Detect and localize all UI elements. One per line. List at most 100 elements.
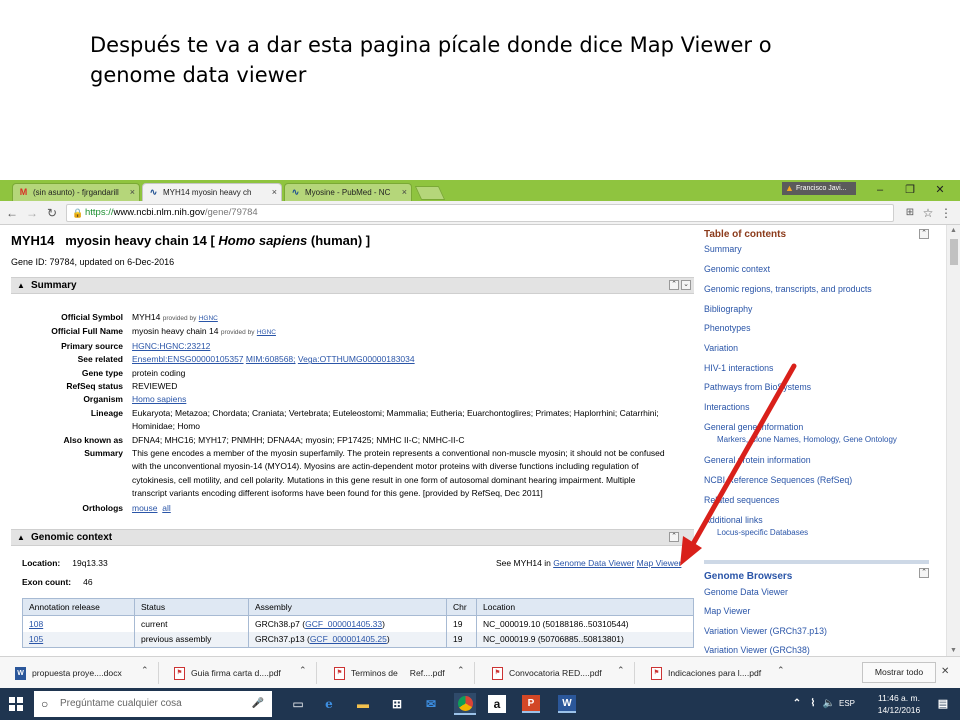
scroll-up-icon[interactable]: ▲ bbox=[950, 227, 957, 234]
chevron-up-icon[interactable]: ⌃ bbox=[299, 665, 307, 676]
genomic-context-section-header[interactable]: ▲ Genomic context ⌃ bbox=[11, 529, 694, 546]
toc-item-variation[interactable]: Variation bbox=[704, 343, 738, 353]
browser-variation-viewer-grch37[interactable]: Variation Viewer (GRCh37.p13) bbox=[704, 626, 827, 636]
show-all-button[interactable]: Mostrar todo bbox=[862, 662, 936, 683]
download-item[interactable]: W propuesta proye....docx bbox=[12, 664, 122, 682]
new-tab-button[interactable] bbox=[414, 186, 446, 200]
hgnc-link[interactable]: HGNC bbox=[257, 329, 276, 336]
cortana-search-input[interactable]: ○ Pregúntame cualquier cosa 🎤 bbox=[34, 691, 272, 717]
collapse-icon[interactable]: ▲ bbox=[17, 530, 25, 545]
column-header[interactable]: Annotation release bbox=[22, 598, 135, 616]
back-icon[interactable]: ← bbox=[4, 205, 20, 221]
toc-item-bibliography[interactable]: Bibliography bbox=[704, 304, 752, 314]
download-item[interactable]: ⚑ Guia firma carta d....pdf bbox=[171, 664, 281, 682]
notifications-icon[interactable]: ▤ bbox=[932, 693, 954, 715]
store-icon[interactable]: ⊞ bbox=[386, 693, 408, 715]
chevron-up-icon[interactable]: ⌃ bbox=[141, 665, 149, 676]
orthologs-mouse-link[interactable]: mouse bbox=[132, 503, 158, 513]
close-icon[interactable]: ✕ bbox=[941, 666, 949, 677]
restore-icon[interactable]: ❐ bbox=[896, 182, 924, 198]
microphone-icon[interactable]: 🎤 bbox=[252, 691, 264, 717]
browser-map-viewer[interactable]: Map Viewer bbox=[704, 606, 750, 616]
collapse-down-icon[interactable]: ⌄ bbox=[681, 280, 691, 290]
browser-genome-data-viewer[interactable]: Genome Data Viewer bbox=[704, 587, 788, 597]
minimize-icon[interactable]: – bbox=[866, 182, 894, 198]
primary-source-link[interactable]: HGNC:HGNC:23212 bbox=[132, 341, 210, 351]
collapse-up-icon[interactable]: ⌃ bbox=[919, 568, 929, 578]
toc-item-refseq[interactable]: NCBI Reference Sequences (RefSeq) bbox=[704, 475, 852, 485]
edge-icon[interactable]: e bbox=[318, 693, 340, 715]
column-header[interactable]: Location bbox=[476, 598, 694, 616]
mail-icon[interactable]: ✉ bbox=[420, 693, 442, 715]
toc-item-genomic-context[interactable]: Genomic context bbox=[704, 264, 770, 274]
powerpoint-icon[interactable]: P bbox=[522, 695, 540, 713]
tab-myh14[interactable]: ∿ MYH14 myosin heavy ch × bbox=[142, 183, 282, 201]
tab-pubmed[interactable]: ∿ Myosine - PubMed - NC × bbox=[284, 183, 412, 201]
translate-icon[interactable]: ⊞ bbox=[902, 205, 918, 221]
toc-item-related-sequences[interactable]: Related sequences bbox=[704, 495, 779, 505]
amazon-icon[interactable]: a bbox=[488, 695, 506, 713]
vega-link[interactable]: Vega:OTTHUMG00000183034 bbox=[298, 354, 415, 364]
toc-item-general-protein-info[interactable]: General protein information bbox=[704, 455, 811, 465]
assembly-link[interactable]: GCF_000001405.25 bbox=[310, 634, 387, 644]
address-bar[interactable]: 🔒 https://www.ncbi.nlm.nih.gov/gene/7978… bbox=[66, 204, 894, 222]
chevron-up-icon[interactable]: ⌃ bbox=[617, 665, 625, 676]
close-icon[interactable]: × bbox=[402, 184, 407, 201]
language-indicator[interactable]: ESP bbox=[836, 693, 858, 715]
collapse-icon[interactable]: ▲ bbox=[17, 278, 25, 293]
word-icon[interactable]: W bbox=[558, 695, 576, 713]
windows-start-icon[interactable] bbox=[9, 697, 23, 711]
close-icon[interactable]: × bbox=[130, 184, 135, 201]
toc-item-general-gene-info[interactable]: General gene information bbox=[704, 422, 803, 432]
column-header[interactable]: Status bbox=[134, 598, 249, 616]
collapse-up-icon[interactable]: ⌃ bbox=[669, 532, 679, 542]
map-viewer-link[interactable]: Map Viewer bbox=[637, 558, 682, 568]
close-window-icon[interactable]: ✕ bbox=[926, 182, 954, 198]
toc-item-interactions[interactable]: Interactions bbox=[704, 402, 749, 412]
column-header[interactable]: Chr bbox=[446, 598, 477, 616]
toc-item-genomic-regions[interactable]: Genomic regions, transcripts, and produc… bbox=[704, 284, 872, 294]
file-explorer-icon[interactable]: ▬ bbox=[352, 693, 374, 715]
profile-button[interactable]: ▲ Francisco Javi... bbox=[782, 182, 856, 195]
hgnc-link[interactable]: HGNC bbox=[199, 315, 218, 322]
separator bbox=[158, 662, 159, 684]
menu-icon[interactable]: ⋮ bbox=[938, 205, 954, 221]
summary-section-header[interactable]: ▲ Summary ⌃ ⌄ bbox=[11, 277, 694, 294]
browser-variation-viewer-grch38[interactable]: Variation Viewer (GRCh38) bbox=[704, 645, 810, 655]
download-filename: propuesta proye....docx bbox=[32, 668, 122, 678]
page-scrollbar[interactable]: ▲ ▼ bbox=[946, 225, 960, 656]
forward-icon[interactable]: → bbox=[24, 205, 40, 221]
download-item[interactable]: ⚑ Convocatoria RED....pdf bbox=[489, 664, 602, 682]
chevron-up-icon[interactable]: ⌃ bbox=[457, 665, 465, 676]
mim-link[interactable]: MIM:608568; bbox=[246, 354, 296, 364]
toc-sub-markers[interactable]: Markers, Clone Names, Homology, Gene Ont… bbox=[717, 435, 897, 444]
collapse-up-icon[interactable]: ⌃ bbox=[669, 280, 679, 290]
toc-item-phenotypes[interactable]: Phenotypes bbox=[704, 323, 750, 333]
toc-sub-locus-databases[interactable]: Locus-specific Databases bbox=[717, 528, 808, 537]
chevron-up-icon[interactable]: ⌃ bbox=[777, 665, 785, 676]
genome-data-viewer-link[interactable]: Genome Data Viewer bbox=[553, 558, 634, 568]
download-item[interactable]: ⚑ Terminos de Ref....pdf bbox=[331, 664, 445, 682]
scrollbar-thumb[interactable] bbox=[950, 239, 958, 265]
toc-item-hiv-interactions[interactable]: HIV-1 interactions bbox=[704, 363, 773, 373]
organism-link[interactable]: Homo sapiens bbox=[132, 394, 186, 404]
task-view-icon[interactable]: ▭ bbox=[287, 693, 309, 715]
taskbar-clock[interactable]: 11:46 a. m. 14/12/2016 bbox=[874, 692, 924, 716]
scroll-down-icon[interactable]: ▼ bbox=[950, 647, 957, 654]
bookmark-star-icon[interactable]: ☆ bbox=[920, 205, 936, 221]
tab-gmail[interactable]: M (sin asunto) - fjrgandarill × bbox=[12, 183, 140, 201]
release-link[interactable]: 108 bbox=[29, 619, 43, 629]
toc-item-additional-links[interactable]: Additional links bbox=[704, 515, 763, 525]
collapse-up-icon[interactable]: ⌃ bbox=[919, 229, 929, 239]
chrome-icon[interactable] bbox=[454, 693, 476, 715]
reload-icon[interactable]: ↻ bbox=[44, 205, 60, 221]
ensembl-link[interactable]: Ensembl:ENSG00000105357 bbox=[132, 354, 244, 364]
column-header[interactable]: Assembly bbox=[248, 598, 447, 616]
orthologs-all-link[interactable]: all bbox=[162, 503, 171, 513]
toc-item-pathways[interactable]: Pathways from BioSystems bbox=[704, 382, 811, 392]
release-link[interactable]: 105 bbox=[29, 634, 43, 644]
download-item[interactable]: ⚑ Indicaciones para l....pdf bbox=[648, 664, 761, 682]
assembly-link[interactable]: GCF_000001405.33 bbox=[305, 619, 382, 629]
close-icon[interactable]: × bbox=[272, 184, 277, 201]
toc-item-summary[interactable]: Summary bbox=[704, 244, 742, 254]
